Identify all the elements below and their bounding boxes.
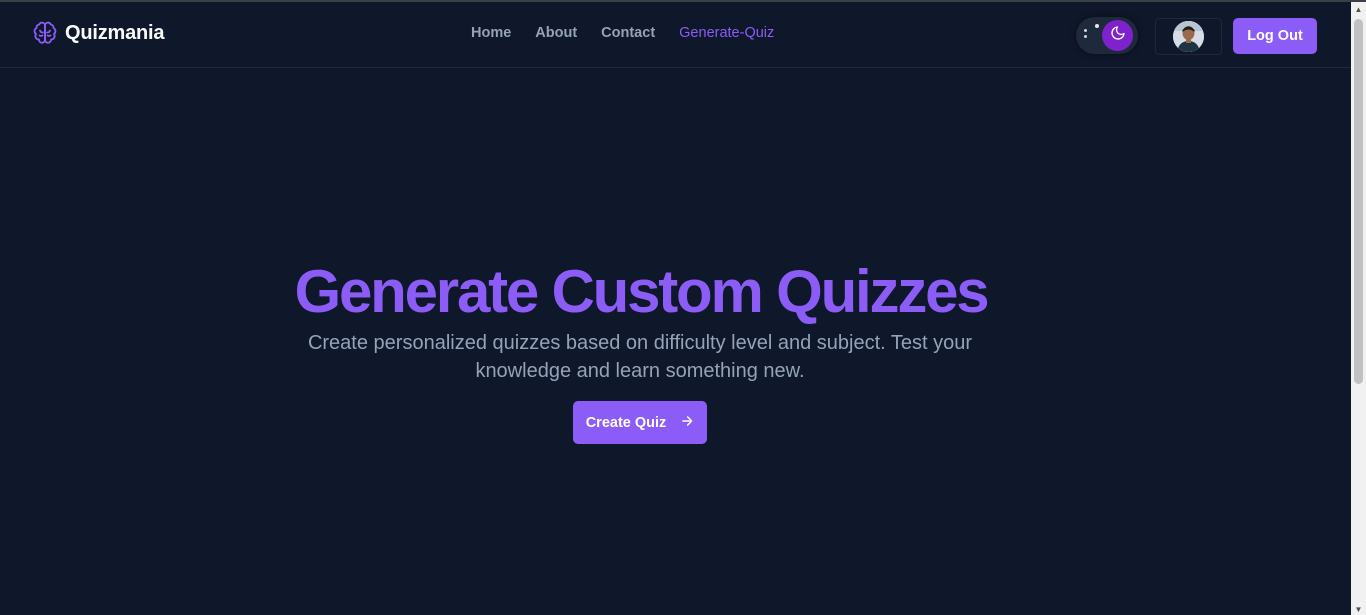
star-icon bbox=[1095, 24, 1099, 28]
navbar: Quizmania Home About Contact Generate-Qu… bbox=[0, 2, 1351, 68]
brand[interactable]: Quizmania bbox=[33, 21, 165, 45]
scroll-down-arrow-icon[interactable]: ▼ bbox=[1351, 602, 1366, 615]
main-nav: Home About Contact Generate-Quiz bbox=[471, 25, 774, 41]
dots-icon bbox=[1084, 29, 1088, 41]
vertical-scrollbar[interactable]: ▲ ▼ bbox=[1351, 2, 1366, 615]
brain-icon bbox=[33, 21, 57, 45]
nav-link-about[interactable]: About bbox=[535, 25, 577, 41]
toggle-knob bbox=[1102, 20, 1133, 51]
theme-toggle[interactable] bbox=[1076, 17, 1138, 54]
moon-icon bbox=[1110, 25, 1126, 46]
scrollbar-thumb[interactable] bbox=[1354, 19, 1363, 384]
user-menu-button[interactable] bbox=[1155, 18, 1222, 55]
brand-name: Quizmania bbox=[65, 21, 165, 44]
nav-link-home[interactable]: Home bbox=[471, 25, 511, 41]
scroll-up-arrow-icon[interactable]: ▲ bbox=[1351, 2, 1366, 17]
nav-link-generate-quiz[interactable]: Generate-Quiz bbox=[679, 25, 774, 41]
create-quiz-label: Create Quiz bbox=[585, 414, 667, 431]
hero-title: Generate Custom Quizzes bbox=[294, 258, 990, 325]
create-quiz-button[interactable]: Create Quiz bbox=[573, 401, 707, 444]
avatar bbox=[1173, 21, 1204, 52]
nav-link-contact[interactable]: Contact bbox=[601, 25, 655, 41]
hero-subtitle: Create personalized quizzes based on dif… bbox=[307, 332, 973, 382]
arrow-right-icon bbox=[680, 414, 694, 432]
logout-button[interactable]: Log Out bbox=[1233, 18, 1317, 54]
page: Quizmania Home About Contact Generate-Qu… bbox=[0, 0, 1366, 615]
